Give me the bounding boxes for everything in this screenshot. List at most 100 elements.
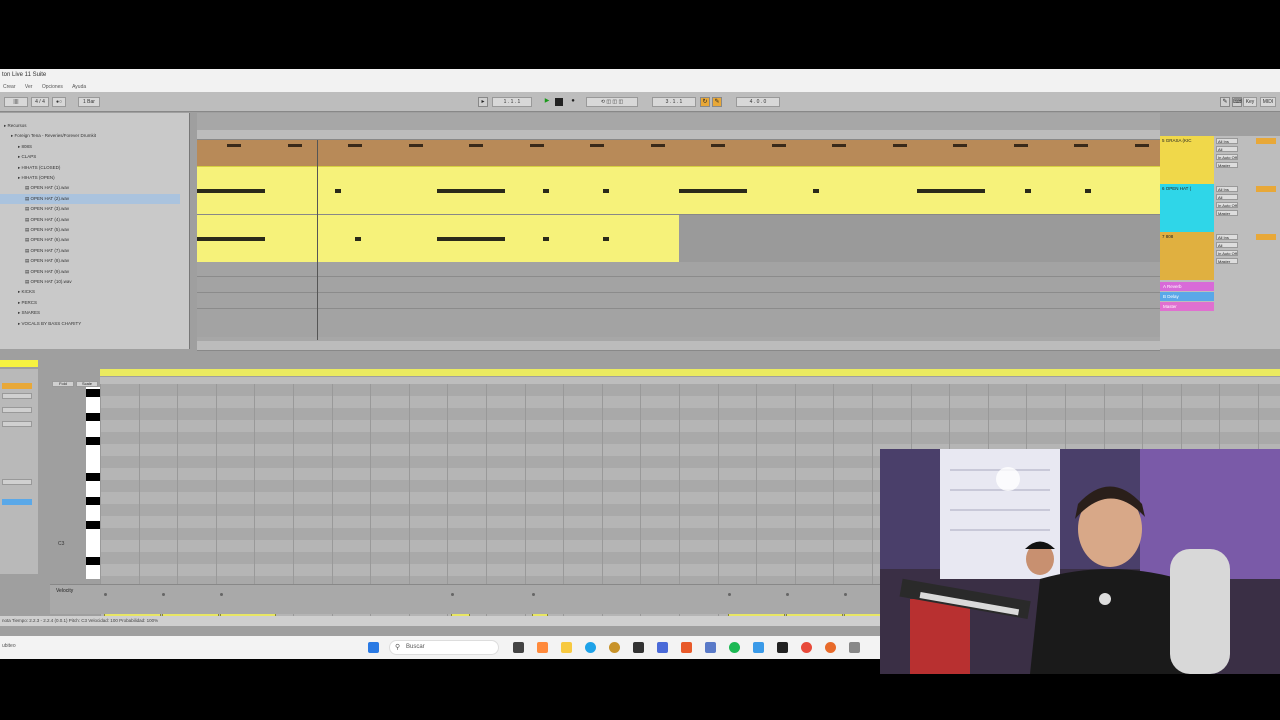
clip-end-field[interactable] <box>2 421 32 427</box>
velocity-marker[interactable] <box>728 593 732 596</box>
black-key[interactable] <box>86 437 100 445</box>
track-lane-kick[interactable] <box>197 140 1160 166</box>
tap-tempo-box[interactable]: |||| <box>4 97 28 107</box>
track-name[interactable]: 7 808 <box>1160 232 1214 280</box>
input-channel[interactable]: All Channe <box>1216 194 1238 206</box>
browser-item[interactable]: ▸ CLAPS <box>0 152 180 162</box>
velocity-marker[interactable] <box>843 593 847 596</box>
monitor-switch[interactable]: In Auto Off <box>1216 202 1238 208</box>
menu-item-ayuda[interactable]: Ayuda <box>72 84 86 90</box>
app-icon-3[interactable] <box>657 642 668 653</box>
velocity-marker[interactable] <box>786 593 790 596</box>
stop-icon[interactable] <box>555 98 563 106</box>
track-lane-open-hat[interactable] <box>197 166 1160 214</box>
clip-scale-field[interactable] <box>2 479 32 485</box>
loop-length-field[interactable]: 4 . 0 . 0 <box>736 97 780 107</box>
time-ruler[interactable] <box>197 341 1160 351</box>
app-icon-1[interactable] <box>609 642 620 653</box>
input-channel[interactable]: All Channe <box>1216 242 1238 254</box>
edge-icon[interactable] <box>585 642 596 653</box>
track-activator[interactable] <box>1256 234 1276 240</box>
chrome-icon[interactable] <box>801 642 812 653</box>
input-type[interactable]: All Ins <box>1216 234 1238 240</box>
black-key[interactable] <box>86 413 100 421</box>
black-key[interactable] <box>86 473 100 481</box>
black-key[interactable] <box>86 497 100 505</box>
app-icon-7[interactable] <box>849 642 860 653</box>
track-activator[interactable] <box>1256 138 1276 144</box>
spotify-icon[interactable] <box>729 642 740 653</box>
browser-item[interactable]: ▤ OPEN HAT (4).wav <box>0 215 180 225</box>
piano-keyboard[interactable] <box>86 387 100 579</box>
menu-item-crear[interactable]: Crear <box>3 84 16 90</box>
file-explorer-icon[interactable] <box>561 642 572 653</box>
arrangement-position-icon[interactable]: ▸ <box>478 97 488 107</box>
browser-item[interactable]: ▤ OPEN HAT (8).wav <box>0 256 180 266</box>
return-track[interactable]: B Delay <box>1160 292 1280 301</box>
monitor-switch[interactable]: In Auto Off <box>1216 250 1238 256</box>
browser-item[interactable]: ▸ HIHATS (OPEN) <box>0 173 180 183</box>
browser-item[interactable]: ▤ OPEN HAT (3).wav <box>0 204 180 214</box>
output-select[interactable]: Master <box>1216 258 1238 264</box>
input-channel[interactable]: All Channe <box>1216 146 1238 158</box>
key-map-button[interactable]: Key <box>1243 97 1257 107</box>
draw-mode-icon[interactable]: ✎ <box>1220 97 1230 107</box>
track-lane-808[interactable] <box>197 214 1160 263</box>
play-icon[interactable]: ▶ <box>542 97 552 107</box>
browser-item[interactable]: ▤ OPEN HAT (10).wav <box>0 277 180 287</box>
black-key[interactable] <box>86 389 100 397</box>
output-select[interactable]: Master <box>1216 162 1238 168</box>
track-activator[interactable] <box>1256 186 1276 192</box>
loop-icon[interactable]: ↻ <box>700 97 710 107</box>
track-name[interactable]: 6 OPEN HAT ( <box>1160 184 1214 232</box>
time-signature[interactable]: 4 / 4 <box>31 97 49 107</box>
computer-keyboard-icon[interactable]: ⌨ <box>1232 97 1242 107</box>
position-field[interactable]: 1 . 1 . 1 <box>492 97 532 107</box>
browser-item[interactable]: ▤ OPEN HAT (6).wav <box>0 235 180 245</box>
record-icon[interactable]: ● <box>568 97 578 107</box>
fold-button[interactable]: Fold <box>52 381 74 387</box>
quantization-select[interactable]: 1 Bar <box>78 97 100 107</box>
app-icon-5[interactable] <box>753 642 764 653</box>
velocity-marker[interactable] <box>104 593 107 596</box>
loop-start-field[interactable]: 3 . 1 . 1 <box>652 97 696 107</box>
input-type[interactable]: All Ins <box>1216 186 1238 192</box>
brave-icon[interactable] <box>681 642 692 653</box>
task-view-icon[interactable] <box>513 642 524 653</box>
input-type[interactable]: All Ins <box>1216 138 1238 144</box>
black-key[interactable] <box>86 521 100 529</box>
velocity-marker[interactable] <box>450 593 454 596</box>
output-select[interactable]: Master <box>1216 210 1238 216</box>
browser-item[interactable]: ▸ Foreign Tena - Reveries/Forever Drumki… <box>0 131 180 141</box>
browser-item[interactable]: ▸ Recursos <box>0 121 180 131</box>
browser-item[interactable]: ▤ OPEN HAT (9).wav <box>0 267 180 277</box>
detail-ruler[interactable] <box>100 377 1280 384</box>
browser-item[interactable]: ▸ 808S <box>0 142 180 152</box>
clip-groove-field[interactable] <box>2 499 32 505</box>
beat-time-ruler[interactable] <box>197 130 1160 140</box>
track-name[interactable]: 5 GRASA (KIC <box>1160 136 1214 184</box>
metronome-button[interactable]: ●○ <box>52 97 66 107</box>
velocity-marker[interactable] <box>531 593 535 596</box>
black-key[interactable] <box>86 557 100 565</box>
browser-item[interactable]: ▤ OPEN HAT (5).wav <box>0 225 180 235</box>
menu-item-opciones[interactable]: Opciones <box>42 84 63 90</box>
clip-start-field[interactable] <box>2 407 32 413</box>
clip-signature-field[interactable] <box>2 393 32 399</box>
app-icon-6[interactable] <box>825 642 836 653</box>
loop-brace[interactable] <box>100 369 1280 376</box>
automation-controls[interactable]: ⟲ ◫ ◫ ◫ <box>586 97 638 107</box>
return-track[interactable]: Master <box>1160 302 1280 311</box>
menu-item-ver[interactable]: Ver <box>25 84 33 90</box>
punch-icon[interactable]: ✎ <box>712 97 722 107</box>
browser-item[interactable]: ▸ VOCALS BY BASS CHARITY <box>0 319 180 329</box>
browser-item[interactable]: ▤ OPEN HAT (1).wav <box>0 183 180 193</box>
app-icon-4[interactable] <box>705 642 716 653</box>
app-icon-2[interactable] <box>633 642 644 653</box>
widgets-icon[interactable] <box>537 642 548 653</box>
browser-item[interactable]: ▸ SNARES <box>0 308 180 318</box>
browser-item[interactable]: ▸ HIHATS (CLOSED) <box>0 163 180 173</box>
browser-item[interactable]: ▸ KICKS <box>0 287 180 297</box>
midi-map-button[interactable]: MIDI <box>1260 97 1276 107</box>
browser-item[interactable]: ▸ PERCS <box>0 298 180 308</box>
